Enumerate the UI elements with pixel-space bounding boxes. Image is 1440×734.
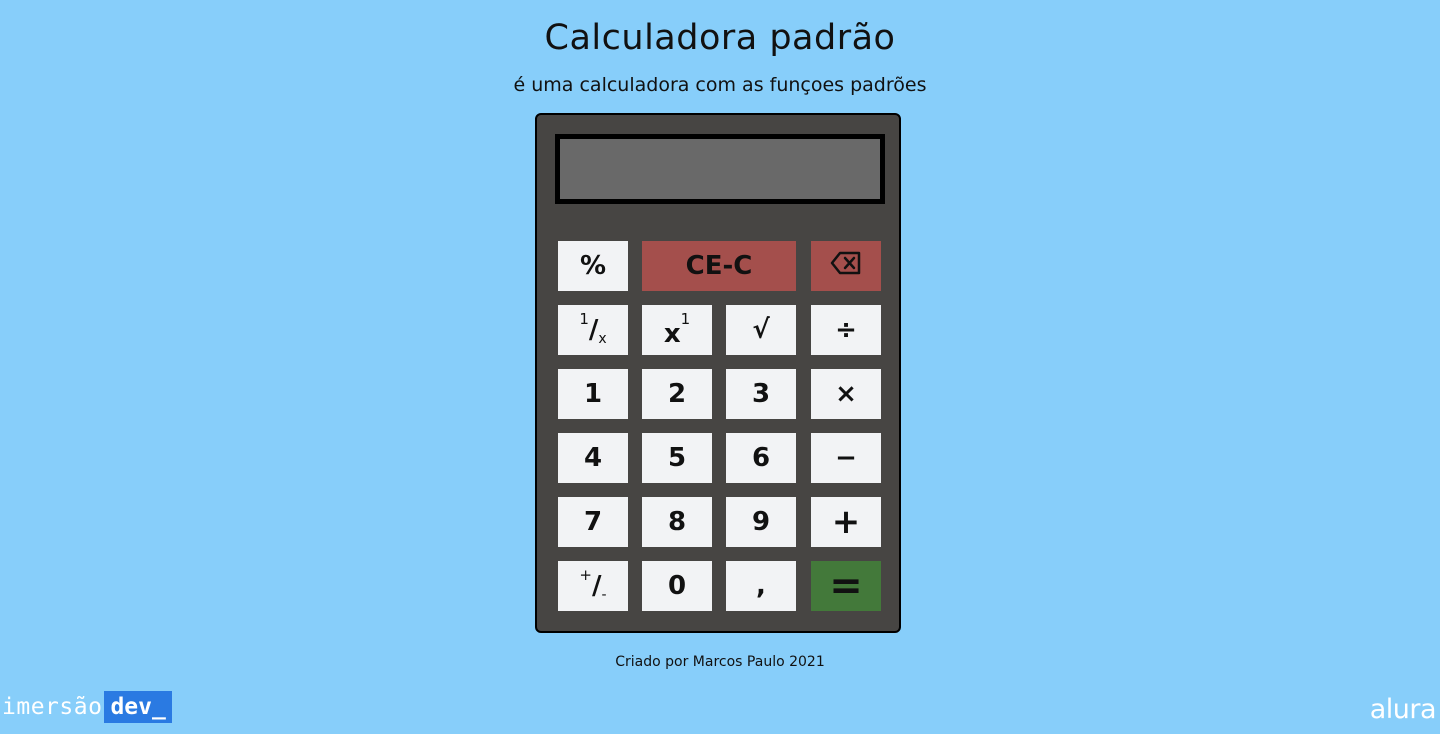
clear-button[interactable]: CE-C — [642, 241, 796, 291]
divide-button[interactable]: ÷ — [811, 305, 881, 355]
digit-9-button[interactable]: 9 — [726, 497, 796, 547]
digit-2-button[interactable]: 2 — [642, 369, 712, 419]
percent-button[interactable]: % — [558, 241, 628, 291]
calculator-display — [555, 134, 885, 204]
power-button[interactable]: x1 — [642, 305, 712, 355]
reciprocal-denominator: x — [598, 331, 607, 347]
digit-5-button[interactable]: 5 — [642, 433, 712, 483]
imersao-dev-logo: imersão dev_ — [0, 691, 172, 723]
sign-minus: - — [601, 587, 607, 603]
reciprocal-button[interactable]: 1/x — [558, 305, 628, 355]
dev-logo-badge: dev_ — [104, 691, 172, 723]
plus-button[interactable]: + — [811, 497, 881, 547]
digit-1-button[interactable]: 1 — [558, 369, 628, 419]
digit-3-button[interactable]: 3 — [726, 369, 796, 419]
multiply-button[interactable]: × — [811, 369, 881, 419]
reciprocal-slash: / — [588, 315, 599, 345]
digit-4-button[interactable]: 4 — [558, 433, 628, 483]
power-base: x — [663, 319, 681, 349]
reciprocal-numerator: 1 — [579, 310, 589, 328]
backspace-button[interactable] — [811, 241, 881, 291]
power-exponent: 1 — [680, 310, 691, 328]
sign-toggle-button[interactable]: + / - — [558, 561, 628, 611]
minus-button[interactable]: − — [811, 433, 881, 483]
credit-footer: Criado por Marcos Paulo 2021 — [615, 654, 825, 670]
imersao-logo-text: imersão — [2, 694, 103, 720]
alura-logo: alura — [1369, 694, 1437, 725]
sign-plus: + — [579, 566, 592, 584]
equals-button[interactable]: = — [811, 561, 881, 611]
calculator: % CE-C 1/x x1 √ ÷ 1 2 3 × 4 5 6 − 7 8 9 … — [535, 113, 901, 633]
sign-slash: / — [592, 571, 602, 601]
sqrt-button[interactable]: √ — [726, 305, 796, 355]
comma-button[interactable]: , — [726, 561, 796, 611]
digit-8-button[interactable]: 8 — [642, 497, 712, 547]
page-subtitle: é uma calculadora com as funçoes padrões — [513, 74, 927, 96]
digit-0-button[interactable]: 0 — [642, 561, 712, 611]
digit-6-button[interactable]: 6 — [726, 433, 796, 483]
page-title: Calculadora padrão — [544, 18, 896, 58]
digit-7-button[interactable]: 7 — [558, 497, 628, 547]
backspace-icon — [830, 251, 862, 282]
